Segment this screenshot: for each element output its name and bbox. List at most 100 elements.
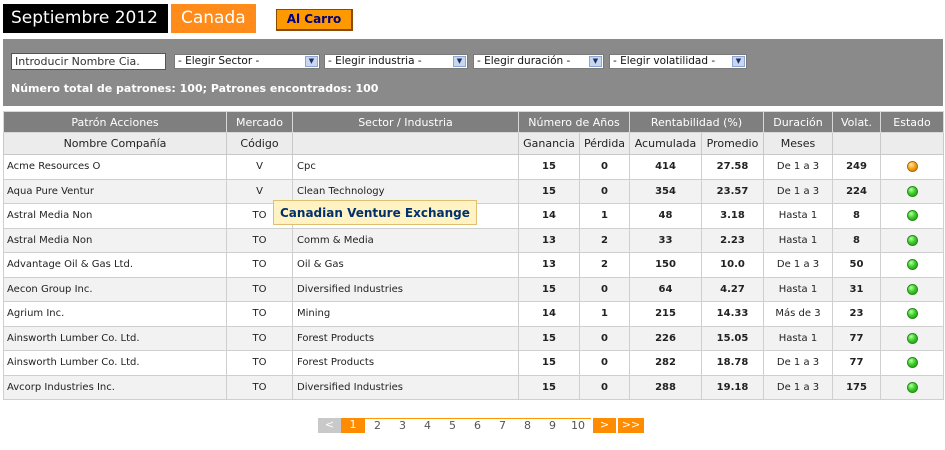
company-name[interactable]: Aecon Group Inc. bbox=[3, 276, 227, 302]
volatility: 77 bbox=[832, 350, 881, 376]
volatility: 249 bbox=[832, 154, 881, 180]
table-row[interactable]: Ainsworth Lumber Co. Ltd. TO Forest Prod… bbox=[3, 325, 944, 351]
page-4-button[interactable]: 4 bbox=[415, 418, 440, 433]
company-name[interactable]: Ainsworth Lumber Co. Ltd. bbox=[3, 350, 227, 376]
col-loss[interactable]: Pérdida bbox=[579, 132, 630, 155]
industry-select-value: - Elegir industria - bbox=[328, 55, 422, 67]
volatility: 224 bbox=[832, 178, 881, 204]
table-row[interactable]: Aecon Group Inc. TO Diversified Industri… bbox=[3, 276, 944, 302]
company-name[interactable]: Advantage Oil & Gas Ltd. bbox=[3, 252, 227, 278]
average-return: 23.57 bbox=[701, 178, 764, 204]
loss-years: 0 bbox=[579, 350, 630, 376]
market-code: TO bbox=[226, 276, 293, 302]
next-page-button[interactable]: > bbox=[593, 418, 616, 433]
patterns-table: Patrón Acciones Mercado Sector / Industr… bbox=[3, 111, 944, 400]
col-company[interactable]: Nombre Compañía bbox=[3, 132, 227, 155]
gain-years: 15 bbox=[518, 154, 580, 180]
company-name[interactable]: Ainsworth Lumber Co. Ltd. bbox=[3, 325, 227, 351]
col-accum[interactable]: Acumulada bbox=[629, 132, 702, 155]
company-search-input[interactable]: Introducir Nombre Cia. bbox=[11, 53, 166, 70]
sector-name: Cpc bbox=[292, 154, 519, 180]
last-page-button[interactable]: >> bbox=[618, 418, 644, 433]
loss-years: 1 bbox=[579, 203, 630, 229]
duration-months: De 1 a 3 bbox=[763, 350, 833, 376]
gain-years: 15 bbox=[518, 350, 580, 376]
volatility: 175 bbox=[832, 374, 881, 400]
gain-years: 15 bbox=[518, 276, 580, 302]
table-row[interactable]: Astral Media Non TO Comm & Media 13 2 33… bbox=[3, 227, 944, 253]
company-name[interactable]: Agrium Inc. bbox=[3, 301, 227, 327]
gain-years: 15 bbox=[518, 178, 580, 204]
sector-name: Forest Products bbox=[292, 325, 519, 351]
table-row[interactable]: Avcorp Industries Inc. TO Diversified In… bbox=[3, 374, 944, 400]
company-name[interactable]: Aqua Pure Ventur bbox=[3, 178, 227, 204]
chevron-down-icon[interactable]: ▼ bbox=[305, 56, 318, 67]
duration-months: De 1 a 3 bbox=[763, 374, 833, 400]
loss-years: 0 bbox=[579, 374, 630, 400]
accumulated-return: 64 bbox=[629, 276, 702, 302]
add-to-cart-button[interactable]: Al Carro bbox=[275, 8, 354, 31]
table-row[interactable]: Agrium Inc. TO Mining 14 1 215 14.33 Más… bbox=[3, 301, 944, 327]
col-status: Estado bbox=[880, 111, 944, 133]
accumulated-return: 226 bbox=[629, 325, 702, 351]
sector-name: Diversified Industries bbox=[292, 276, 519, 302]
accumulated-return: 150 bbox=[629, 252, 702, 278]
average-return: 2.23 bbox=[701, 227, 764, 253]
page-3-button[interactable]: 3 bbox=[390, 418, 415, 433]
col-status-blank bbox=[880, 132, 944, 155]
loss-years: 0 bbox=[579, 178, 630, 204]
company-name[interactable]: Avcorp Industries Inc. bbox=[3, 374, 227, 400]
status-green-icon bbox=[906, 357, 918, 368]
sector-select-value: - Elegir Sector - bbox=[178, 55, 260, 67]
accumulated-return: 354 bbox=[629, 178, 702, 204]
duration-months: Hasta 1 bbox=[763, 325, 833, 351]
table-row[interactable]: Acme Resources O V Cpc 15 0 414 27.58 De… bbox=[3, 154, 944, 180]
market-code: TO bbox=[226, 350, 293, 376]
average-return: 18.78 bbox=[701, 350, 764, 376]
company-name[interactable]: Astral Media Non bbox=[3, 227, 227, 253]
chevron-down-icon[interactable]: ▼ bbox=[589, 56, 602, 67]
col-months[interactable]: Meses bbox=[763, 132, 833, 155]
page-8-button[interactable]: 8 bbox=[515, 418, 540, 433]
status-orange-icon bbox=[906, 161, 918, 172]
table-row[interactable]: Advantage Oil & Gas Ltd. TO Oil & Gas 13… bbox=[3, 252, 944, 278]
company-name[interactable]: Acme Resources O bbox=[3, 154, 227, 180]
gain-years: 14 bbox=[518, 203, 580, 229]
duration-select[interactable]: - Elegir duración - ▼ bbox=[473, 54, 604, 69]
filter-panel: Introducir Nombre Cia. - Elegir Sector -… bbox=[3, 39, 943, 106]
month-label: Septiembre 2012 bbox=[3, 4, 168, 33]
chevron-down-icon[interactable]: ▼ bbox=[453, 56, 466, 67]
page-5-button[interactable]: 5 bbox=[440, 418, 465, 433]
page-7-button[interactable]: 7 bbox=[490, 418, 515, 433]
loss-years: 0 bbox=[579, 325, 630, 351]
col-gain[interactable]: Ganancia bbox=[518, 132, 580, 155]
company-name[interactable]: Astral Media Non bbox=[3, 203, 227, 229]
page-6-button[interactable]: 6 bbox=[465, 418, 490, 433]
volatility: 50 bbox=[832, 252, 881, 278]
col-avg[interactable]: Promedio bbox=[701, 132, 764, 155]
volatility: 23 bbox=[832, 301, 881, 327]
industry-select[interactable]: - Elegir industria - ▼ bbox=[324, 54, 468, 69]
volatility-select[interactable]: - Elegir volatilidad - ▼ bbox=[609, 54, 747, 69]
table-row[interactable]: Ainsworth Lumber Co. Ltd. TO Forest Prod… bbox=[3, 350, 944, 376]
duration-select-value: - Elegir duración - bbox=[477, 55, 571, 67]
duration-months: De 1 a 3 bbox=[763, 154, 833, 180]
volatility: 8 bbox=[832, 203, 881, 229]
col-code[interactable]: Código bbox=[226, 132, 293, 155]
page-2-button[interactable]: 2 bbox=[365, 418, 390, 433]
gain-years: 14 bbox=[518, 301, 580, 327]
sector-select[interactable]: - Elegir Sector - ▼ bbox=[174, 54, 320, 69]
status-green-icon bbox=[906, 308, 918, 319]
page-9-button[interactable]: 9 bbox=[540, 418, 565, 433]
country-label[interactable]: Canada bbox=[170, 4, 256, 33]
page-10-button[interactable]: 10 bbox=[565, 418, 591, 433]
average-return: 4.27 bbox=[701, 276, 764, 302]
page-1-button[interactable]: 1 bbox=[341, 418, 365, 433]
status-green-icon bbox=[906, 283, 918, 295]
average-return: 27.58 bbox=[701, 154, 764, 180]
chevron-down-icon[interactable]: ▼ bbox=[732, 56, 745, 67]
status-green-icon bbox=[906, 381, 918, 393]
duration-months: Hasta 1 bbox=[763, 276, 833, 302]
prev-page-button[interactable]: < bbox=[318, 418, 341, 433]
accumulated-return: 215 bbox=[629, 301, 702, 327]
